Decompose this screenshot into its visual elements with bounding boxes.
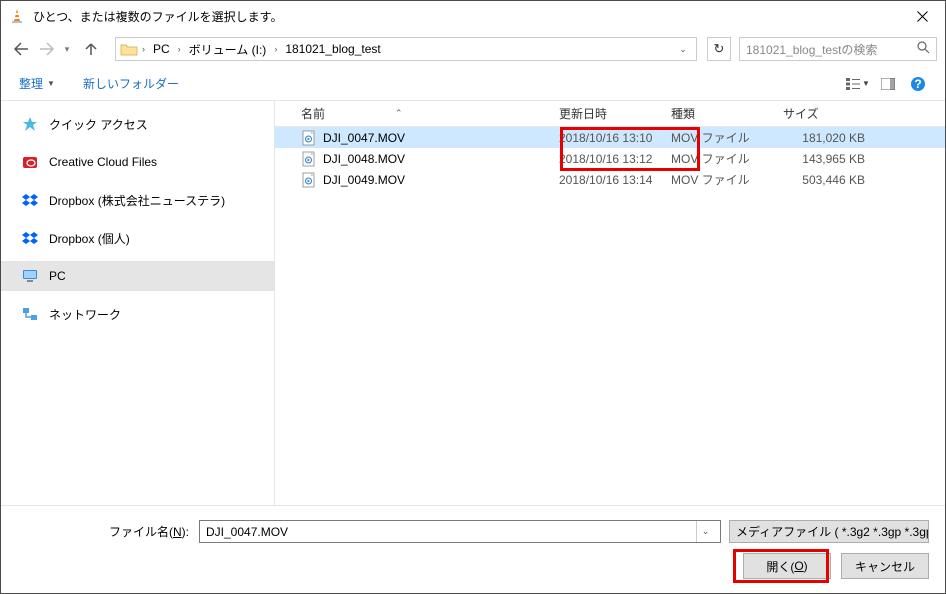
video-file-icon (301, 172, 317, 188)
col-size[interactable]: サイズ (783, 105, 883, 122)
sidebar-item-dropbox-1[interactable]: Dropbox (株式会社ニューステラ) (1, 185, 274, 215)
file-name: DJI_0048.MOV (323, 152, 405, 166)
refresh-button[interactable]: ↻ (707, 37, 731, 61)
file-type: MOV ファイル (671, 150, 783, 167)
file-type: MOV ファイル (671, 171, 783, 188)
sidebar-item-dropbox-2[interactable]: Dropbox (個人) (1, 223, 274, 253)
cancel-button[interactable]: キャンセル (841, 553, 929, 579)
up-button[interactable] (79, 37, 103, 61)
search-icon (917, 41, 930, 57)
view-options-button[interactable]: ▼ (843, 73, 873, 95)
sort-indicator-icon: ⌃ (395, 108, 403, 119)
col-name[interactable]: 名前⌃ (301, 105, 559, 122)
filename-input[interactable]: DJI_0047.MOV ⌄ (199, 520, 721, 543)
titlebar: ひとつ、または複数のファイルを選択します。 (1, 1, 945, 31)
breadcrumb-folder[interactable]: 181021_blog_test (281, 42, 384, 56)
file-row[interactable]: DJI_0047.MOV 2018/10/16 13:10MOV ファイル181,… (275, 127, 945, 148)
breadcrumb-pc[interactable]: PC (149, 42, 174, 56)
file-date: 2018/10/16 13:10 (559, 131, 671, 145)
network-icon (21, 305, 39, 323)
file-open-dialog: ひとつ、または複数のファイルを選択します。 ▾ › PC › ボリューム (I:… (0, 0, 946, 594)
svg-text:?: ? (914, 77, 921, 91)
sidebar-item-creative-cloud[interactable]: Creative Cloud Files (1, 147, 274, 177)
folder-icon (120, 41, 138, 57)
chevron-down-icon: ▼ (47, 79, 55, 88)
open-button[interactable]: 開く(O) (743, 553, 831, 579)
filename-dropdown[interactable]: ⌄ (696, 521, 714, 542)
file-name: DJI_0049.MOV (323, 173, 405, 187)
search-input[interactable]: 181021_blog_testの検索 (739, 37, 937, 61)
file-size: 181,020 KB (783, 131, 883, 145)
file-date: 2018/10/16 13:12 (559, 152, 671, 166)
address-bar[interactable]: › PC › ボリューム (I:) › 181021_blog_test ⌄ (115, 37, 697, 61)
quick-access-icon (21, 115, 39, 133)
filename-label: ファイル名(N): (1, 523, 199, 540)
col-type[interactable]: 種類 (671, 105, 783, 122)
dropbox-icon (21, 191, 39, 209)
creative-cloud-icon (21, 153, 39, 171)
search-placeholder: 181021_blog_testの検索 (746, 41, 917, 58)
file-list-pane: 名前⌃ 更新日時 種類 サイズ DJI_0047.MOV 2018/10/16 1… (275, 101, 945, 505)
video-file-icon (301, 130, 317, 146)
chevron-down-icon: ▼ (862, 79, 870, 88)
video-file-icon (301, 151, 317, 167)
address-dropdown[interactable]: ⌄ (674, 44, 692, 55)
breadcrumb-volume[interactable]: ボリューム (I:) (185, 41, 271, 58)
file-row[interactable]: DJI_0049.MOV 2018/10/16 13:14MOV ファイル503,… (275, 169, 945, 190)
file-size: 143,965 KB (783, 152, 883, 166)
dropbox-icon (21, 229, 39, 247)
help-button[interactable]: ? (903, 73, 933, 95)
pc-icon (21, 267, 39, 285)
sidebar-item-quick-access[interactable]: クイック アクセス (1, 109, 274, 139)
file-size: 503,446 KB (783, 173, 883, 187)
filetype-filter[interactable]: メディアファイル ( *.3g2 *.3gp *.3gp ⌄ (729, 520, 929, 543)
col-date[interactable]: 更新日時 (559, 105, 671, 122)
new-folder-button[interactable]: 新しいフォルダー (77, 71, 185, 96)
sidebar: クイック アクセス Creative Cloud Files Dropbox (… (1, 101, 275, 505)
dialog-title: ひとつ、または複数のファイルを選択します。 (33, 8, 900, 25)
chevron-right-icon: › (176, 44, 183, 54)
file-name: DJI_0047.MOV (323, 131, 405, 145)
toolbar: 整理▼ 新しいフォルダー ▼ ? (1, 67, 945, 101)
preview-pane-button[interactable] (873, 73, 903, 95)
sidebar-item-network[interactable]: ネットワーク (1, 299, 274, 329)
file-date: 2018/10/16 13:14 (559, 173, 671, 187)
history-dropdown[interactable]: ▾ (61, 44, 73, 55)
forward-button[interactable] (35, 37, 59, 61)
back-button[interactable] (9, 37, 33, 61)
column-headers: 名前⌃ 更新日時 種類 サイズ (275, 101, 945, 127)
vlc-icon (9, 8, 25, 24)
file-rows: DJI_0047.MOV2018/10/16 13:10MOV ファイル181,… (275, 127, 945, 505)
file-row[interactable]: DJI_0048.MOV 2018/10/16 13:12MOV ファイル143,… (275, 148, 945, 169)
file-type: MOV ファイル (671, 129, 783, 146)
organize-button[interactable]: 整理▼ (13, 71, 61, 96)
sidebar-item-pc[interactable]: PC (1, 261, 274, 291)
nav-bar: ▾ › PC › ボリューム (I:) › 181021_blog_test ⌄… (1, 31, 945, 67)
chevron-right-icon: › (272, 44, 279, 54)
footer: ファイル名(N): DJI_0047.MOV ⌄ メディアファイル ( *.3g… (1, 505, 945, 593)
chevron-right-icon: › (140, 44, 147, 54)
close-button[interactable] (900, 1, 945, 31)
body: クイック アクセス Creative Cloud Files Dropbox (… (1, 101, 945, 505)
